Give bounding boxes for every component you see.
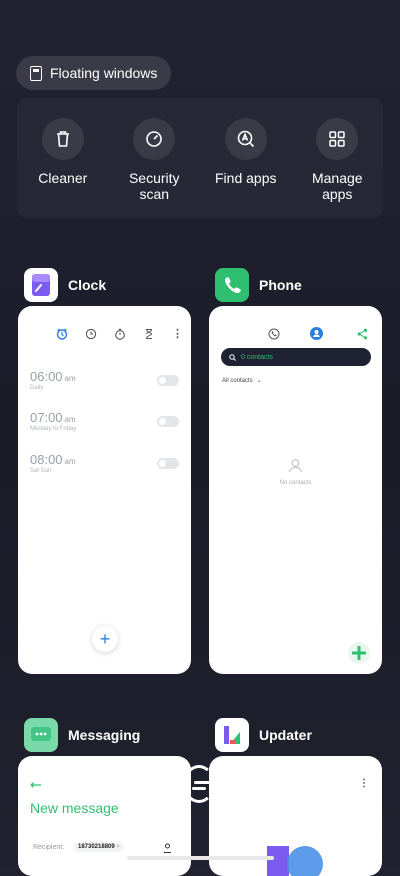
no-contacts-text: No contacts <box>279 480 312 486</box>
find-apps-button[interactable]: Find apps <box>206 118 286 186</box>
messaging-app-icon <box>24 718 58 752</box>
alarm-toggle[interactable] <box>157 375 179 386</box>
cleaner-label: Cleaner <box>38 170 88 186</box>
alarm-ampm: am <box>64 374 76 383</box>
alarm-toggle[interactable] <box>157 458 179 469</box>
search-icon <box>229 353 236 361</box>
phone-app-card[interactable]: 0 contacts All contacts ⌄ No contacts <box>209 306 382 674</box>
add-alarm-button[interactable]: + <box>92 626 118 652</box>
new-message-title: New message <box>30 800 119 816</box>
updater-app-icon <box>215 718 249 752</box>
grid-icon <box>316 118 359 160</box>
updater-app-header[interactable]: Updater <box>215 718 312 752</box>
floating-windows-label: Floating windows <box>50 65 158 81</box>
chevron-down-icon: ⌄ <box>256 378 262 384</box>
back-arrow-icon[interactable] <box>30 782 42 788</box>
updater-illustration <box>267 846 289 876</box>
world-clock-tab-icon[interactable] <box>85 328 97 340</box>
trash-icon <box>41 118 84 160</box>
add-contact-icon[interactable] <box>163 843 172 853</box>
manage-apps-label: Manage apps <box>311 170 363 202</box>
remove-recipient-icon[interactable]: × <box>115 844 120 850</box>
floating-overlay-icon[interactable] <box>185 765 213 803</box>
timer-tab-icon[interactable] <box>143 328 155 340</box>
clock-app-card[interactable]: ⋮ 06:00 am Daily 07:00 am Monday to Friday… <box>18 306 191 674</box>
updater-illustration-circle <box>287 846 323 876</box>
gauge-icon <box>133 118 176 160</box>
alarm-ampm: am <box>64 415 76 424</box>
recipient-label: Recipient: <box>33 844 65 851</box>
alarm-ampm: am <box>64 457 76 466</box>
manage-apps-button[interactable]: Manage apps <box>297 118 377 202</box>
phone-app-icon <box>215 268 249 302</box>
updater-app-title: Updater <box>259 727 312 743</box>
alarm-item[interactable]: 08:00 am Sat Sun <box>30 452 76 474</box>
contacts-count: 0 contacts <box>241 353 273 361</box>
alarm-time: 06:00 <box>30 369 63 384</box>
messaging-app-header[interactable]: Messaging <box>24 718 140 752</box>
messaging-app-title: Messaging <box>68 727 141 743</box>
plus-icon <box>352 646 366 660</box>
contacts-tab-icon[interactable] <box>310 327 323 340</box>
floating-window-icon <box>30 65 42 81</box>
more-options-icon[interactable]: ⋮ <box>359 778 369 789</box>
security-scan-button[interactable]: Security scan <box>114 118 194 202</box>
alarm-days: Monday to Friday <box>30 426 77 432</box>
find-apps-label: Find apps <box>215 170 277 186</box>
alarm-tab-icon[interactable] <box>56 328 68 340</box>
add-contact-button[interactable] <box>348 642 370 664</box>
contacts-filter[interactable]: All contacts ⌄ <box>222 377 262 385</box>
clock-tabbar: ⋮ <box>56 328 183 340</box>
alarm-item[interactable]: 07:00 am Monday to Friday <box>30 410 76 432</box>
home-indicator[interactable] <box>127 856 274 860</box>
cleaner-button[interactable]: Cleaner <box>23 118 103 186</box>
recipient-number: 18730218809 <box>78 844 115 850</box>
find-apps-icon <box>224 118 267 160</box>
more-options-icon[interactable]: ⋮ <box>172 328 183 340</box>
person-placeholder-icon <box>289 459 302 473</box>
alarm-time: 08:00 <box>30 452 63 467</box>
call-log-tab-icon[interactable] <box>268 328 280 340</box>
quick-actions-panel: Cleaner Security scan Find apps Manage a… <box>17 98 383 218</box>
contacts-search-bar[interactable]: 0 contacts <box>221 348 371 366</box>
security-scan-label: Security scan <box>128 170 180 202</box>
alarm-item[interactable]: 06:00 am Daily <box>30 369 76 391</box>
alarm-days: Daily <box>30 385 44 391</box>
phone-app-title: Phone <box>259 277 302 293</box>
clock-app-icon <box>24 268 58 302</box>
recipient-chip[interactable]: 18730218809 × <box>74 842 124 852</box>
clock-app-header[interactable]: Clock <box>24 268 106 302</box>
floating-windows-button[interactable]: Floating windows <box>16 56 172 90</box>
stopwatch-tab-icon[interactable] <box>114 328 126 340</box>
alarm-toggle[interactable] <box>157 416 179 427</box>
clock-app-title: Clock <box>68 277 107 293</box>
contacts-filter-label: All contacts <box>222 377 253 384</box>
alarm-time: 07:00 <box>30 410 63 425</box>
share-icon[interactable] <box>357 328 368 340</box>
alarm-days: Sat Sun <box>30 468 52 474</box>
phone-app-header[interactable]: Phone <box>215 268 302 302</box>
